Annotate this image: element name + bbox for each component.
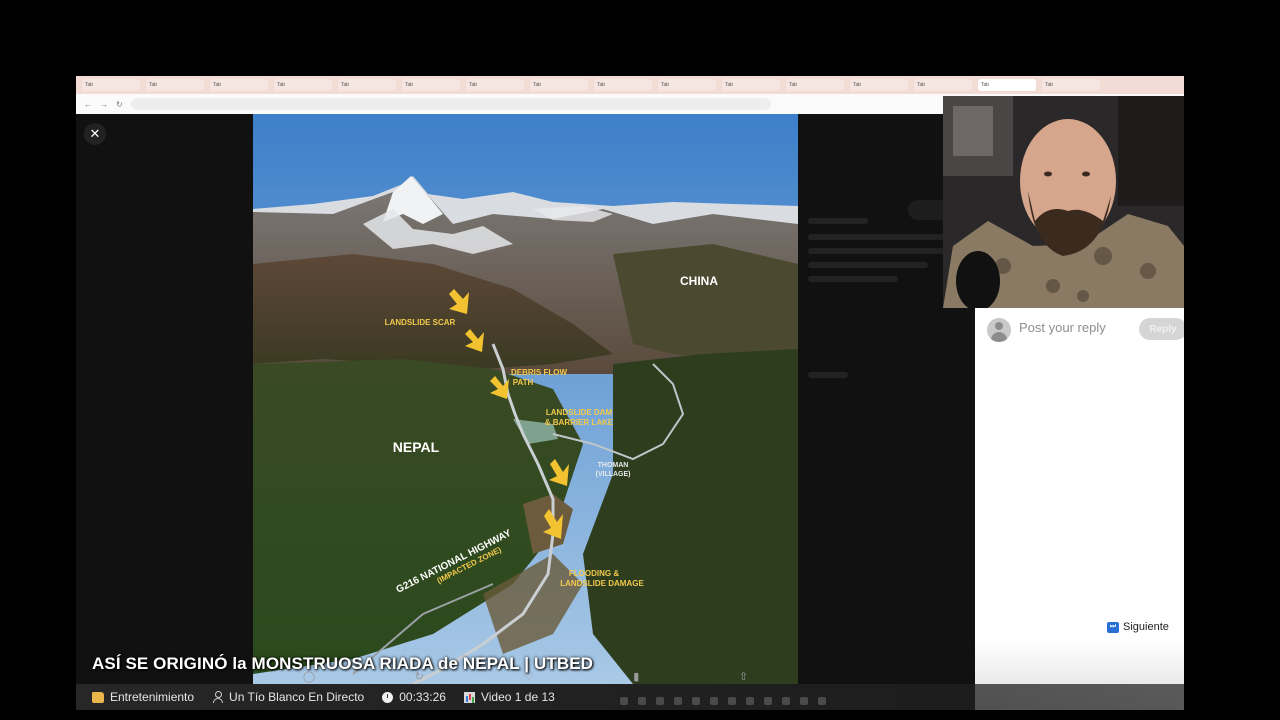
- views-action-icon[interactable]: ▮: [633, 670, 639, 683]
- category-label: Entretenimiento: [110, 690, 195, 704]
- browser-tab[interactable]: Tab: [722, 79, 780, 91]
- channel-item: Un Tío Blanco En Directo: [212, 690, 364, 704]
- bar-chart-icon: [463, 691, 475, 703]
- close-modal-button[interactable]: ✕: [84, 123, 106, 145]
- video-count-item: Video 1 de 13: [463, 690, 555, 704]
- video-title: ASÍ SE ORIGINÓ la MONSTRUOSA RIADA de NE…: [92, 654, 594, 673]
- label-china: CHINA: [680, 274, 718, 288]
- avatar: [987, 318, 1011, 342]
- browser-tab[interactable]: Tab: [210, 79, 268, 91]
- browser-tab[interactable]: Tab: [466, 79, 524, 91]
- folder-icon: [92, 691, 104, 703]
- browser-tab[interactable]: Tab: [594, 79, 652, 91]
- label-debris-flow-1: DEBRIS FLOW: [511, 368, 567, 377]
- browser-tab[interactable]: Tab: [146, 79, 204, 91]
- label-village-2: (VILLAGE): [596, 471, 631, 478]
- reply-button[interactable]: Reply: [1139, 318, 1184, 340]
- taskbar-strip: [620, 694, 1180, 708]
- browser-tab-strip: Tab Tab Tab Tab Tab Tab Tab Tab Tab Tab Tab Tab Tab T…: [76, 76, 1184, 94]
- browser-tab[interactable]: Tab: [786, 79, 844, 91]
- skip-next-icon: ⏭: [1107, 621, 1119, 633]
- label-nepal: NEPAL: [393, 439, 440, 455]
- label-flood-2: LANDSLIDE DAMAGE: [560, 579, 644, 588]
- landslide-photo: CHINA NEPAL LANDSLIDE SCAR DEBRIS FLOW P…: [253, 114, 798, 684]
- label-village-1: THOMAN: [598, 462, 629, 469]
- next-video-label: Siguiente: [1123, 621, 1169, 633]
- webcam-overlay: [943, 96, 1184, 308]
- close-icon: ✕: [89, 126, 101, 141]
- reload-icon[interactable]: ↻: [116, 100, 123, 109]
- video-count-label: Video 1 de 13: [480, 690, 555, 704]
- label-landslide-scar: LANDSLIDE SCAR: [385, 318, 456, 327]
- forward-arrow-icon[interactable]: →: [100, 100, 108, 109]
- browser-tab[interactable]: Tab: [530, 79, 588, 91]
- label-dam-2: & BARRIER LAKE: [545, 418, 614, 427]
- browser-tab[interactable]: Tab: [978, 79, 1036, 91]
- browser-tab[interactable]: Tab: [658, 79, 716, 91]
- browser-tab[interactable]: Tab: [82, 79, 140, 91]
- reply-input[interactable]: Post your reply: [1019, 320, 1106, 335]
- browser-tab[interactable]: Tab: [338, 79, 396, 91]
- category-item: Entretenimiento: [92, 690, 194, 704]
- browser-tab[interactable]: Tab: [914, 79, 972, 91]
- timer-item: 00:33:26: [382, 690, 446, 704]
- label-flood-1: FLOODING &: [569, 569, 619, 578]
- channel-label: Un Tío Blanco En Directo: [229, 690, 365, 704]
- label-dam-1: LANDSLIDE DAM: [546, 408, 613, 417]
- back-arrow-icon[interactable]: ←: [84, 100, 92, 109]
- user-icon: [212, 691, 224, 703]
- reply-panel: Post your reply Reply: [975, 308, 1184, 710]
- share-icon[interactable]: ⇧: [739, 670, 748, 683]
- browser-tab[interactable]: Tab: [402, 79, 460, 91]
- stream-frame: Tab Tab Tab Tab Tab Tab Tab Tab Tab Tab Tab Tab Tab T…: [76, 76, 1184, 710]
- browser-tab[interactable]: Tab: [274, 79, 332, 91]
- next-video-button[interactable]: ⏭ Siguiente: [1107, 621, 1169, 633]
- label-debris-flow-2: PATH: [513, 378, 534, 387]
- timer-label: 00:33:26: [399, 690, 446, 704]
- browser-tab[interactable]: Tab: [850, 79, 908, 91]
- browser-tab[interactable]: Tab: [1042, 79, 1100, 91]
- stopwatch-icon: [382, 691, 394, 703]
- url-field[interactable]: [130, 98, 771, 110]
